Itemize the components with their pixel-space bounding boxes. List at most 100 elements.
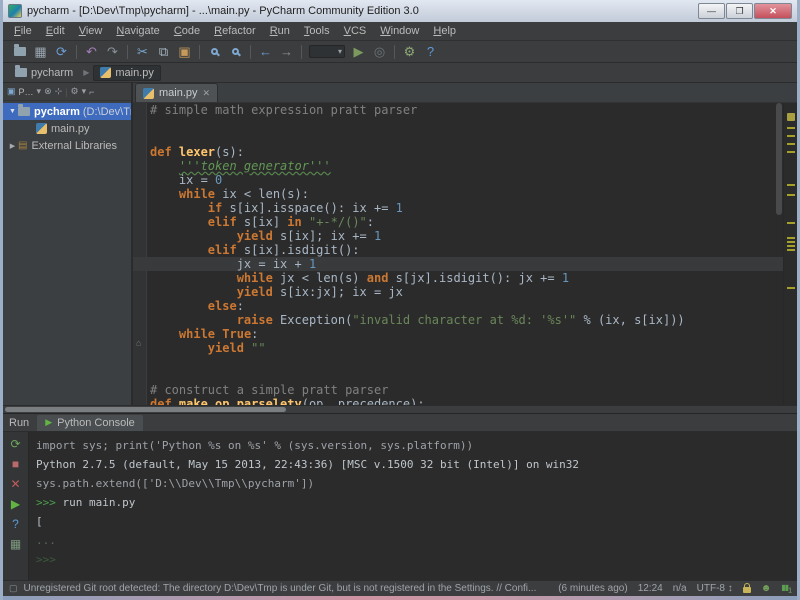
- console-line: sys.path.extend(['D:\\Dev\\Tmp\\pycharm'…: [36, 474, 797, 493]
- menu-item-view[interactable]: View: [72, 24, 110, 38]
- tree-item-label: pycharm: [34, 106, 80, 118]
- code-line: elif s[ix] in "+-*/()":: [133, 215, 783, 229]
- close-icon[interactable]: ✕: [10, 478, 20, 491]
- toolbar-separator: [127, 45, 128, 59]
- status-message[interactable]: Unregistered Git root detected: The dire…: [24, 583, 553, 594]
- console-line: >>> run main.py: [36, 493, 797, 512]
- hector-inspections-icon[interactable]: ☻: [761, 583, 772, 594]
- tree-item-pycharm[interactable]: ▼pycharm(D:\Dev\Tmp: [3, 103, 131, 120]
- console-line: >>>: [36, 550, 797, 569]
- line-separator[interactable]: n/a: [673, 583, 687, 594]
- python-file-icon: [143, 88, 154, 99]
- menu-item-code[interactable]: Code: [167, 24, 207, 38]
- menu-item-run[interactable]: Run: [263, 24, 297, 38]
- debug-icon[interactable]: ◎: [369, 43, 390, 61]
- tab-close-icon[interactable]: ✕: [203, 88, 211, 99]
- menu-item-help[interactable]: Help: [426, 24, 463, 38]
- menu-item-window[interactable]: Window: [373, 24, 426, 38]
- editor-tab-bar: main.py ✕: [133, 83, 797, 103]
- close-button[interactable]: ✕: [754, 3, 792, 19]
- synchronize-icon[interactable]: ⟳: [51, 43, 72, 61]
- caret-position[interactable]: 12:24: [638, 583, 663, 594]
- breadcrumb-project[interactable]: pycharm: [9, 66, 79, 80]
- code-line: jx = ix + 1: [133, 257, 783, 271]
- editor-tab-main-py[interactable]: main.py ✕: [135, 83, 218, 102]
- open-file-icon[interactable]: [9, 43, 30, 61]
- collapse-all-icon[interactable]: ⊗: [44, 86, 52, 97]
- code-editor[interactable]: ⌂ # simple math expression pratt parser …: [133, 103, 797, 405]
- code-line: [133, 131, 783, 145]
- cut-icon[interactable]: ✂: [132, 43, 153, 61]
- rerun-icon[interactable]: ⟳: [10, 438, 20, 451]
- open-file-icon: [14, 47, 26, 56]
- find-icon[interactable]: [204, 43, 225, 61]
- tree-item-label: External Libraries: [31, 140, 117, 152]
- warning-mark: [787, 287, 795, 289]
- menu-item-navigate[interactable]: Navigate: [109, 24, 166, 38]
- minimize-button[interactable]: —: [698, 3, 725, 19]
- editor-horizontal-scrollbar[interactable]: [3, 405, 797, 413]
- menu-item-vcs[interactable]: VCS: [337, 24, 374, 38]
- console-settings-icon[interactable]: ▦: [10, 538, 21, 551]
- code-line: [133, 117, 783, 131]
- breadcrumb-file[interactable]: main.py: [93, 65, 161, 81]
- editor-region: main.py ✕ ⌂ # simple math expression pra…: [133, 83, 797, 405]
- redo-icon[interactable]: ↷: [102, 43, 123, 61]
- chevron-down-icon[interactable]: ▾: [37, 86, 42, 97]
- tree-item-external-libraries[interactable]: ▶▤External Libraries: [3, 137, 131, 154]
- scroll-from-source-icon[interactable]: ⊹: [55, 86, 63, 97]
- python-console-output[interactable]: import sys; print('Python %s on %s' % (s…: [30, 432, 797, 580]
- menu-item-tools[interactable]: Tools: [297, 24, 337, 38]
- console-line: ...: [36, 531, 797, 550]
- settings-icon[interactable]: ⚙: [399, 43, 420, 61]
- tree-expand-arrow[interactable]: ▼: [7, 108, 18, 115]
- help-icon[interactable]: ?: [420, 43, 441, 61]
- warning-mark: [787, 194, 795, 196]
- tree-item-main-py[interactable]: main.py: [3, 120, 131, 137]
- gear-dropdown-icon[interactable]: ▾: [82, 86, 87, 97]
- tab-python-console[interactable]: ▶ Python Console: [37, 415, 143, 431]
- hide-panel-icon[interactable]: ⌐: [89, 87, 94, 97]
- run-icon[interactable]: ▶: [348, 43, 369, 61]
- back-icon[interactable]: ←: [255, 43, 276, 61]
- toolwindow-toggle-icon[interactable]: ▢: [9, 583, 18, 594]
- help-icon[interactable]: ?: [12, 518, 19, 531]
- code-line: while ix < len(s):: [133, 187, 783, 201]
- project-view-label[interactable]: P…: [19, 87, 34, 97]
- code-line: raise Exception("invalid character at %d…: [133, 313, 783, 327]
- code-line: while True:: [133, 327, 783, 341]
- event-log-icon[interactable]: ▮▮1: [781, 583, 791, 595]
- editor-vertical-scrollbar[interactable]: [776, 103, 782, 215]
- menu-item-file[interactable]: File: [7, 24, 39, 38]
- gear-icon[interactable]: ⚙: [71, 86, 79, 97]
- console-toolbar: ⟳ ■ ✕ ▶? ▦: [3, 432, 29, 580]
- play-icon[interactable]: ▶: [11, 498, 20, 511]
- save-all-icon[interactable]: ▦: [30, 43, 51, 61]
- paste-icon[interactable]: ▣: [174, 43, 195, 61]
- copy-icon[interactable]: ⧉: [153, 43, 174, 61]
- code-line: yield "": [133, 341, 783, 355]
- run-config-combo[interactable]: ▾: [309, 45, 345, 58]
- project-view-icon[interactable]: ▣: [7, 86, 16, 97]
- replace-icon: [232, 48, 239, 55]
- tree-expand-arrow[interactable]: ▶: [7, 142, 18, 150]
- stop-icon[interactable]: ■: [12, 458, 19, 471]
- maximize-button[interactable]: ❐: [726, 3, 753, 19]
- project-tree: ▼pycharm(D:\Dev\Tmpmain.py▶▤External Lib…: [3, 101, 131, 154]
- code-line: # simple math expression pratt parser: [133, 103, 783, 117]
- menu-item-refactor[interactable]: Refactor: [207, 24, 263, 38]
- hscroll-thumb[interactable]: [5, 407, 286, 412]
- inspection-status-icon[interactable]: [787, 113, 795, 121]
- forward-icon[interactable]: →: [276, 43, 297, 61]
- lock-icon[interactable]: [743, 587, 751, 593]
- status-bar: ▢ Unregistered Git root detected: The di…: [3, 580, 797, 596]
- warning-mark: [787, 245, 795, 247]
- error-stripe: [783, 103, 797, 405]
- run-tool-window: Run ▶ Python Console ⟳■✕▶?▦ import sys; …: [3, 413, 797, 580]
- warning-mark: [787, 222, 795, 224]
- pycharm-window: pycharm - [D:\Dev\Tmp\pycharm] - ...\mai…: [0, 0, 800, 600]
- replace-icon[interactable]: [225, 43, 246, 61]
- file-encoding[interactable]: UTF-8 ↕: [697, 583, 733, 594]
- undo-icon[interactable]: ↶: [81, 43, 102, 61]
- menu-item-edit[interactable]: Edit: [39, 24, 72, 38]
